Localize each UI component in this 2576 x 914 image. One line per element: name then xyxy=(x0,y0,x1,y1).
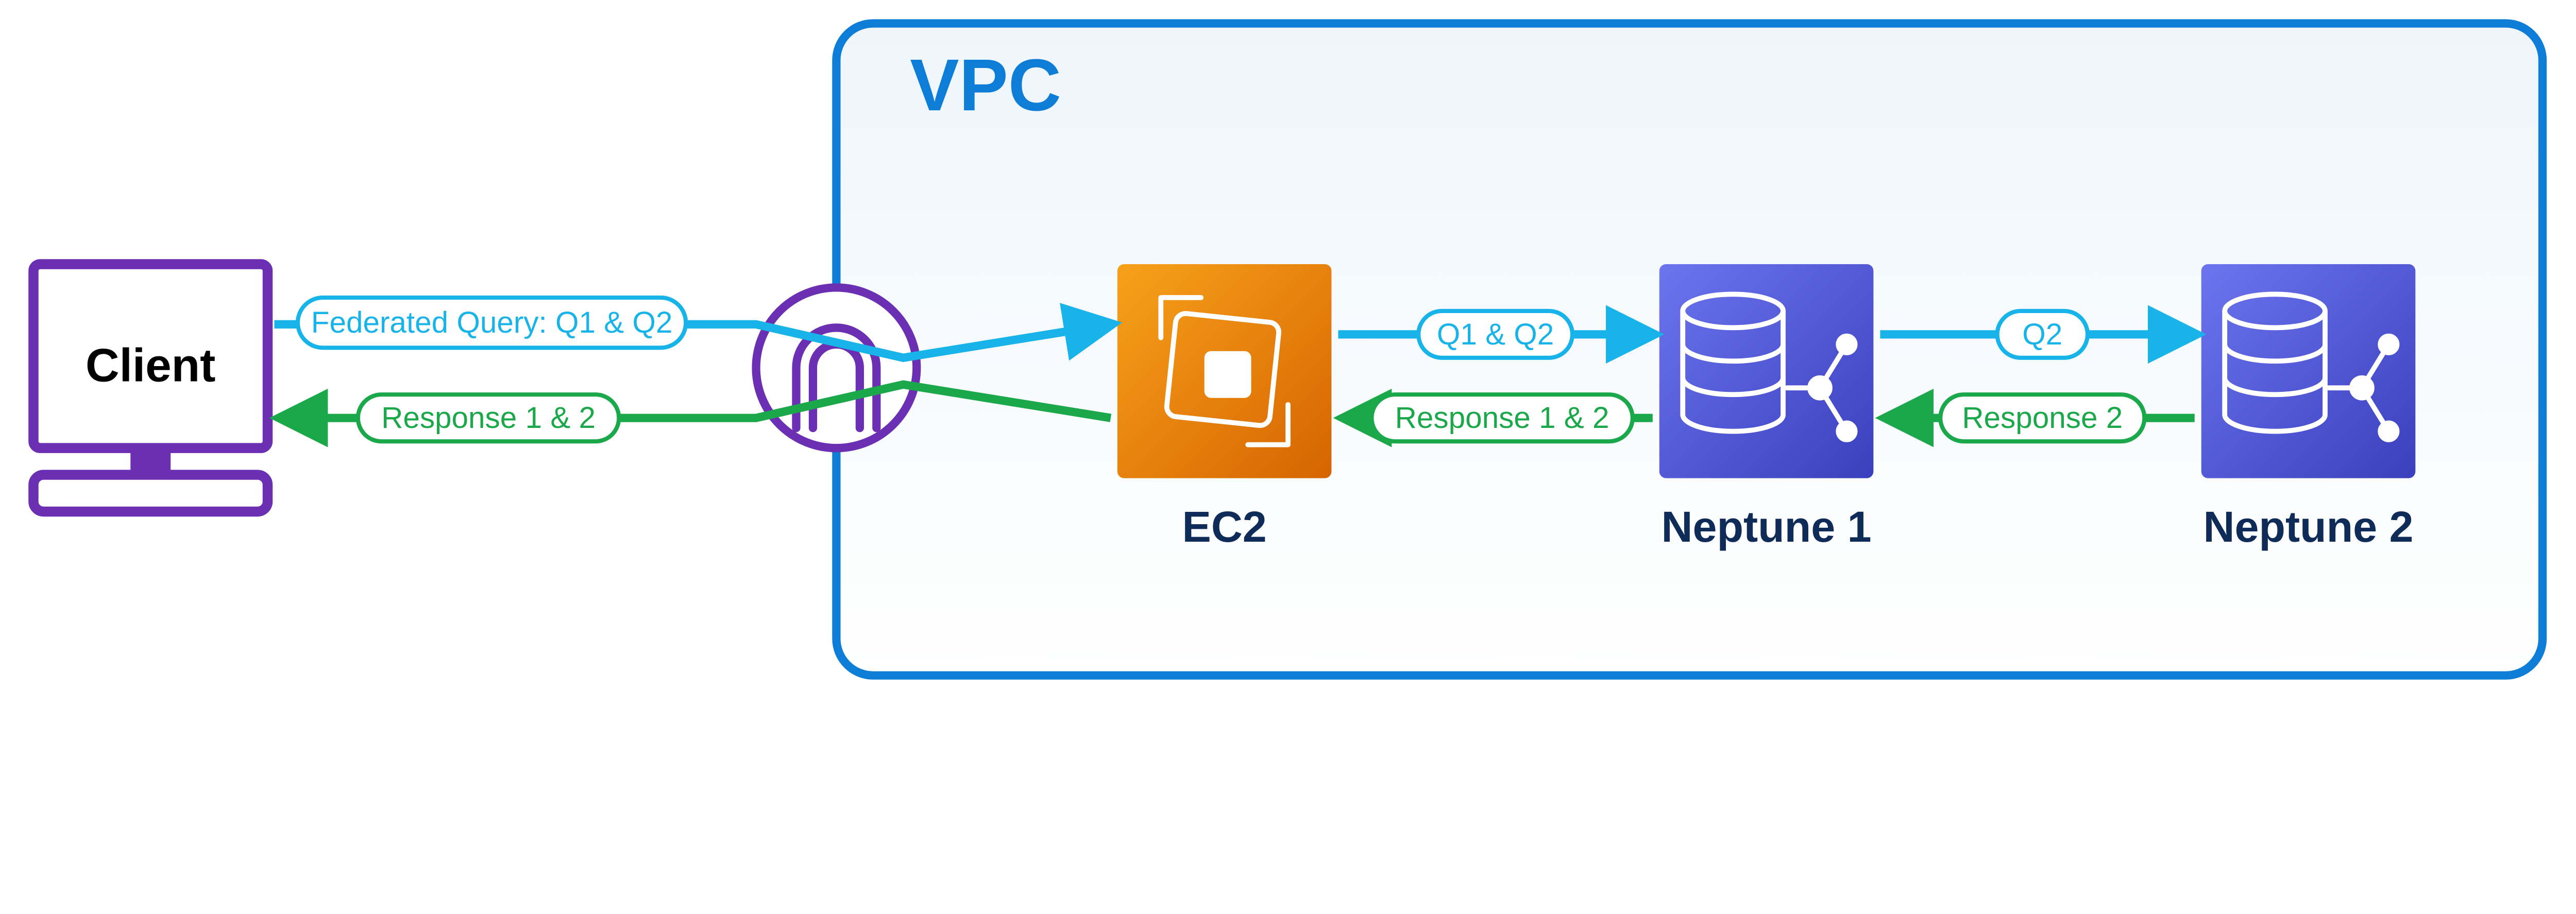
ec2-label: EC2 xyxy=(1182,503,1267,551)
svg-text:Response 1 & 2: Response 1 & 2 xyxy=(1395,401,1609,435)
gateway-icon xyxy=(756,287,917,448)
svg-text:Q1 & Q2: Q1 & Q2 xyxy=(1437,318,1554,351)
neptune2-label: Neptune 2 xyxy=(2203,503,2413,551)
neptune2-node xyxy=(2201,264,2416,478)
svg-text:Response 2: Response 2 xyxy=(1962,401,2123,435)
svg-text:Q2: Q2 xyxy=(2022,318,2062,351)
ec2-node xyxy=(1117,264,1332,478)
pill-resp12-b: Response 1 & 2 xyxy=(1371,394,1632,441)
pill-resp2: Response 2 xyxy=(1940,394,2144,441)
pill-resp12-a: Response 1 & 2 xyxy=(358,394,619,441)
pill-federated: Federated Query: Q1 & Q2 xyxy=(298,298,686,348)
svg-text:Response 1 & 2: Response 1 & 2 xyxy=(381,401,596,435)
architecture-diagram: VPC Client EC2 Neptune 1 xyxy=(0,0,2576,736)
svg-text:Federated Query: Q1 & Q2: Federated Query: Q1 & Q2 xyxy=(311,306,673,339)
client-label: Client xyxy=(86,339,215,391)
neptune1-label: Neptune 1 xyxy=(1662,503,1872,551)
neptune1-node xyxy=(1659,264,1874,478)
pill-q12: Q1 & Q2 xyxy=(1418,311,1572,358)
vpc-label: VPC xyxy=(910,44,1061,126)
pill-q2: Q2 xyxy=(1997,311,2088,358)
